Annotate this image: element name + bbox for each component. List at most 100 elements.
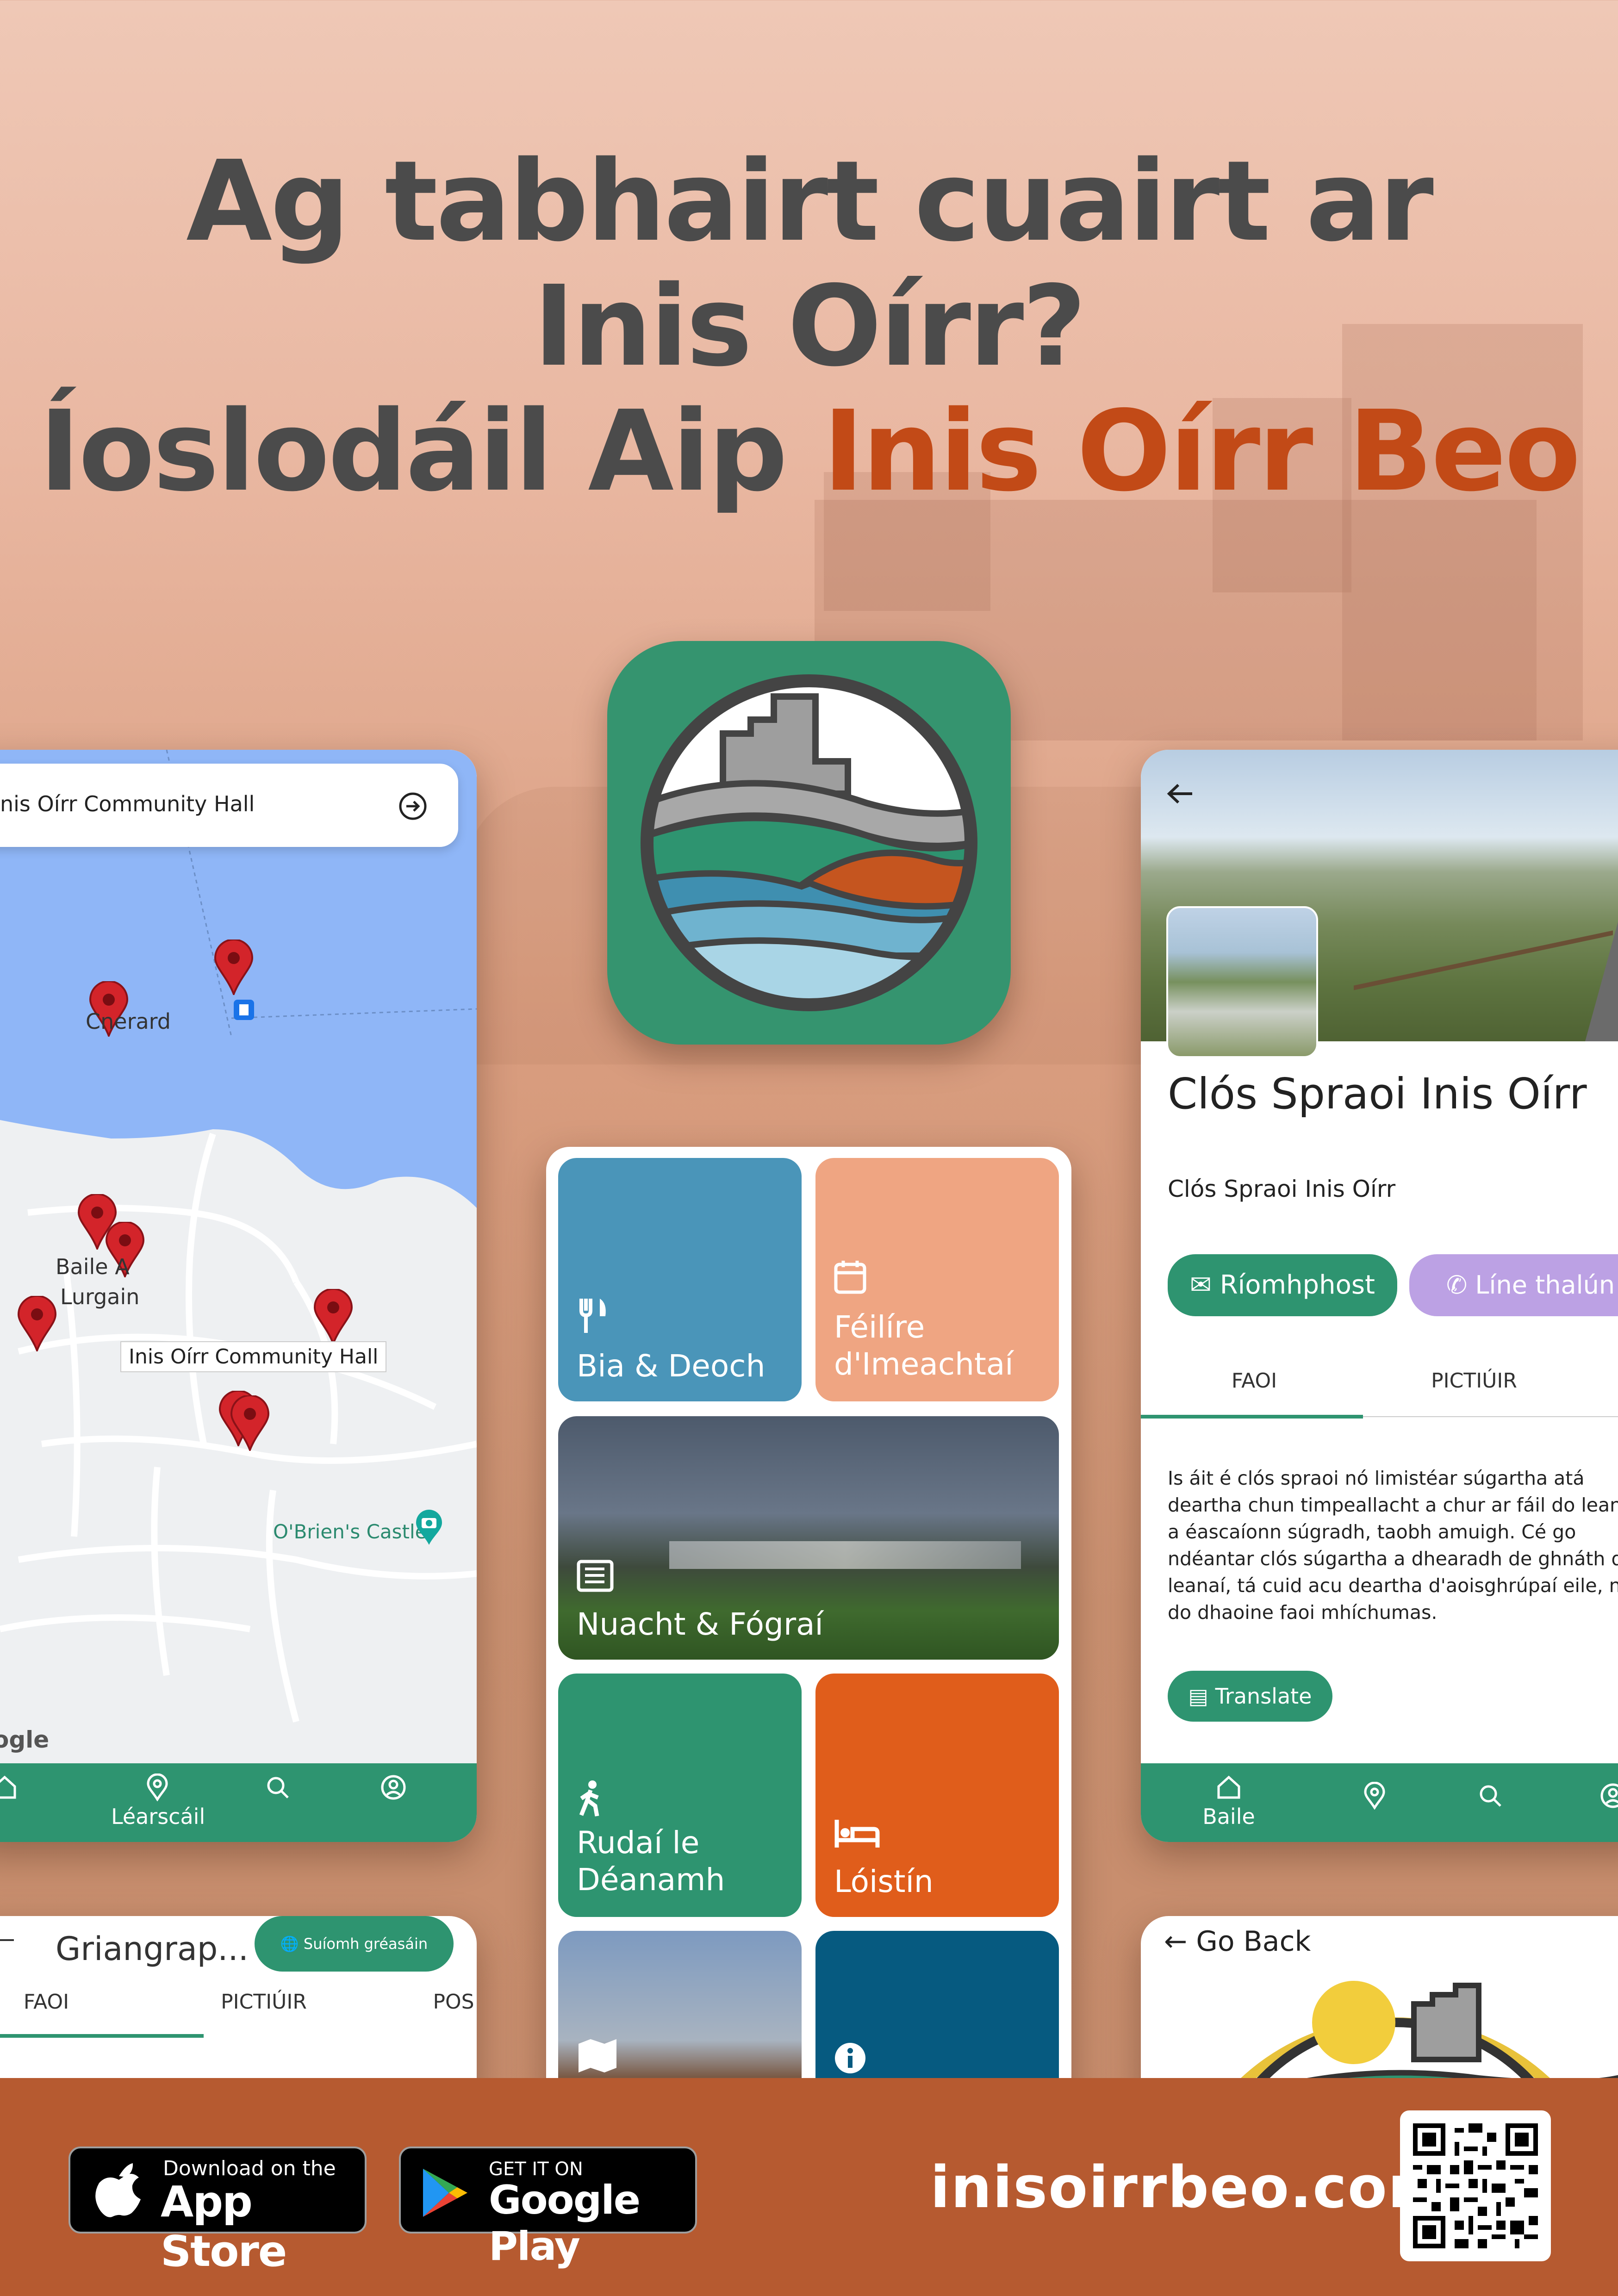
map-label-lurgain: Lurgain [60,1284,140,1309]
google-play-big: Google Play [489,2177,641,2270]
app-store-badge[interactable]: Download on the App Store [68,2147,367,2276]
attraction-title: Griangrap... [56,1930,249,1968]
tab-pictures[interactable]: PICTIÚIR [1409,1369,1539,1393]
tab-about[interactable]: FAOI [1201,1369,1307,1393]
map-label-cnerard: Cnerard [86,1009,171,1034]
location-pin-icon[interactable] [16,1296,58,1351]
nav-profile[interactable] [1567,1782,1618,1812]
translate-button[interactable]: ▤ Translate [1168,1671,1332,1722]
nav-map[interactable] [1328,1782,1421,1812]
back-arrow-icon: ← [1164,1925,1188,1958]
tile-events-calendar[interactable]: Féilíre d'Imeachtaí [815,1158,1059,1401]
walking-icon [579,1780,599,1817]
headline-line-2: Inis Oírr? [533,261,1086,391]
app-logo-icon [607,641,1011,1045]
nav-profile[interactable] [347,1773,440,1804]
landline-button-label: Líne thalún [1475,1270,1615,1300]
qr-code-icon[interactable] [1400,2110,1551,2261]
profile-icon [381,1775,406,1800]
bottom-nav: Léarscáil [0,1763,477,1842]
phone-icon: ✆ [1446,1270,1468,1300]
mail-icon: ✉ [1190,1270,1212,1300]
detail-screen: Clós Spraoi Inis Oírr Clós Spraoi Inis O… [1141,750,1618,1842]
newspaper-icon [577,1560,614,1592]
map-google-logo: ogle [0,1726,50,1753]
location-pin-icon [1364,1782,1385,1810]
go-back-link[interactable]: ← Go Back [1164,1925,1311,1958]
tile-events-label-line1: Féilíre [834,1309,925,1345]
tab-about[interactable]: FAOI [0,1990,93,2014]
search-icon [1480,1785,1501,1807]
tile-food-drink[interactable]: Bia & Deoch [558,1158,802,1401]
location-pin-icon[interactable] [229,1395,271,1451]
translate-icon: ▤ [1188,1684,1208,1709]
info-icon [835,2043,865,2073]
fork-knife-icon [579,1299,606,1333]
home-screen: Bia & Deoch Féilíre d'Imeachtaí Nuacht &… [546,1147,1071,2119]
tile-things-to-do[interactable]: Rudaí le Déanamh [558,1674,802,1917]
map-label-castle: O'Brien's Castle [273,1520,427,1543]
tab-active-indicator [1141,1415,1363,1419]
nav-search[interactable] [1444,1782,1537,1812]
tab-active-indicator [0,2034,204,2038]
location-pin-icon [147,1773,168,1801]
back-arrow-icon[interactable] [1166,782,1194,805]
tab-pictures[interactable]: PICTIÚIR [194,1990,333,2014]
tile-news-label: Nuacht & Fógraí [577,1606,823,1642]
bed-icon [834,1820,880,1848]
map-search-bar[interactable]: nis Oírr Community Hall [0,764,458,847]
map-icon [579,2039,616,2072]
bottom-nav: Baile [1141,1763,1618,1842]
nav-search[interactable] [231,1773,324,1804]
home-icon [0,1775,16,1799]
email-button-label: Ríomhphost [1220,1270,1375,1300]
website-url[interactable]: inisoirrbeo.com [930,2154,1449,2221]
apple-icon [95,2163,141,2217]
website-button[interactable]: 🌐 Suíomh gréasáin [255,1916,454,1972]
nav-map-label: Léarscáil [111,1804,205,1829]
tile-food-drink-label: Bia & Deoch [577,1348,765,1384]
detail-description: Is áit é clós spraoi nó limistéar súgart… [1168,1467,1618,1624]
headline-line-1: Ag tabhairt cuairt ar [186,137,1434,266]
tile-events-label-line2: d'Imeachtaí [834,1346,1014,1382]
translate-button-label: Translate [1215,1684,1312,1709]
tile-events-label: Féilíre d'Imeachtaí [834,1309,1014,1383]
tile-things-label-line1: Rudaí le [577,1825,700,1860]
email-button[interactable]: ✉ Ríomhphost [1168,1254,1397,1316]
detail-thumbnail[interactable] [1166,906,1318,1058]
google-play-badge[interactable]: GET IT ON Google Play [399,2147,697,2270]
profile-icon [1600,1783,1618,1808]
tile-accommodation[interactable]: Lóistín [815,1674,1059,1917]
app-store-big: App Store [161,2177,287,2276]
detail-title: Clós Spraoi Inis Oírr [1168,1069,1587,1119]
globe-icon: 🌐 [280,1935,299,1953]
location-pin-icon[interactable] [213,940,255,995]
map-screen: nis Oírr Community Hall Cnerard Baile A … [0,750,477,1842]
nav-home[interactable] [0,1773,51,1804]
tile-accommodation-label: Lóistín [834,1864,933,1899]
nav-map[interactable]: Léarscáil [111,1773,205,1829]
map-search-value: nis Oírr Community Hall [0,791,255,816]
headline-app-name: Inis Oírr Beo [822,386,1581,516]
footer: Download on the App Store GET IT ON Goog… [0,2078,1618,2296]
website-button-label: Suíomh gréasáin [303,1935,428,1953]
calendar-icon [834,1261,866,1294]
camera-icon[interactable] [414,1509,444,1546]
tab-pos[interactable]: POS [426,1990,477,2014]
headline-prefix: Íoslodáil Aip [39,386,823,516]
nav-home-label: Baile [1202,1804,1255,1829]
map-callout[interactable]: Inis Oírr Community Hall [120,1341,387,1372]
arrow-right-circle-icon[interactable] [398,791,428,821]
map-label-baile: Baile A [56,1254,130,1279]
home-icon [1217,1775,1240,1799]
go-back-label: Go Back [1196,1925,1311,1958]
nav-home[interactable]: Baile [1182,1773,1275,1829]
tile-news[interactable]: Nuacht & Fógraí [558,1416,1059,1660]
tile-things-label: Rudaí le Déanamh [577,1824,725,1898]
back-arrow-icon[interactable] [0,1939,14,1941]
tile-things-label-line2: Déanamh [577,1862,725,1898]
search-icon [267,1777,289,1798]
news-photo-houses [669,1541,1021,1569]
landline-button[interactable]: ✆ Líne thalún [1409,1254,1618,1316]
location-pin-icon[interactable] [312,1289,354,1344]
